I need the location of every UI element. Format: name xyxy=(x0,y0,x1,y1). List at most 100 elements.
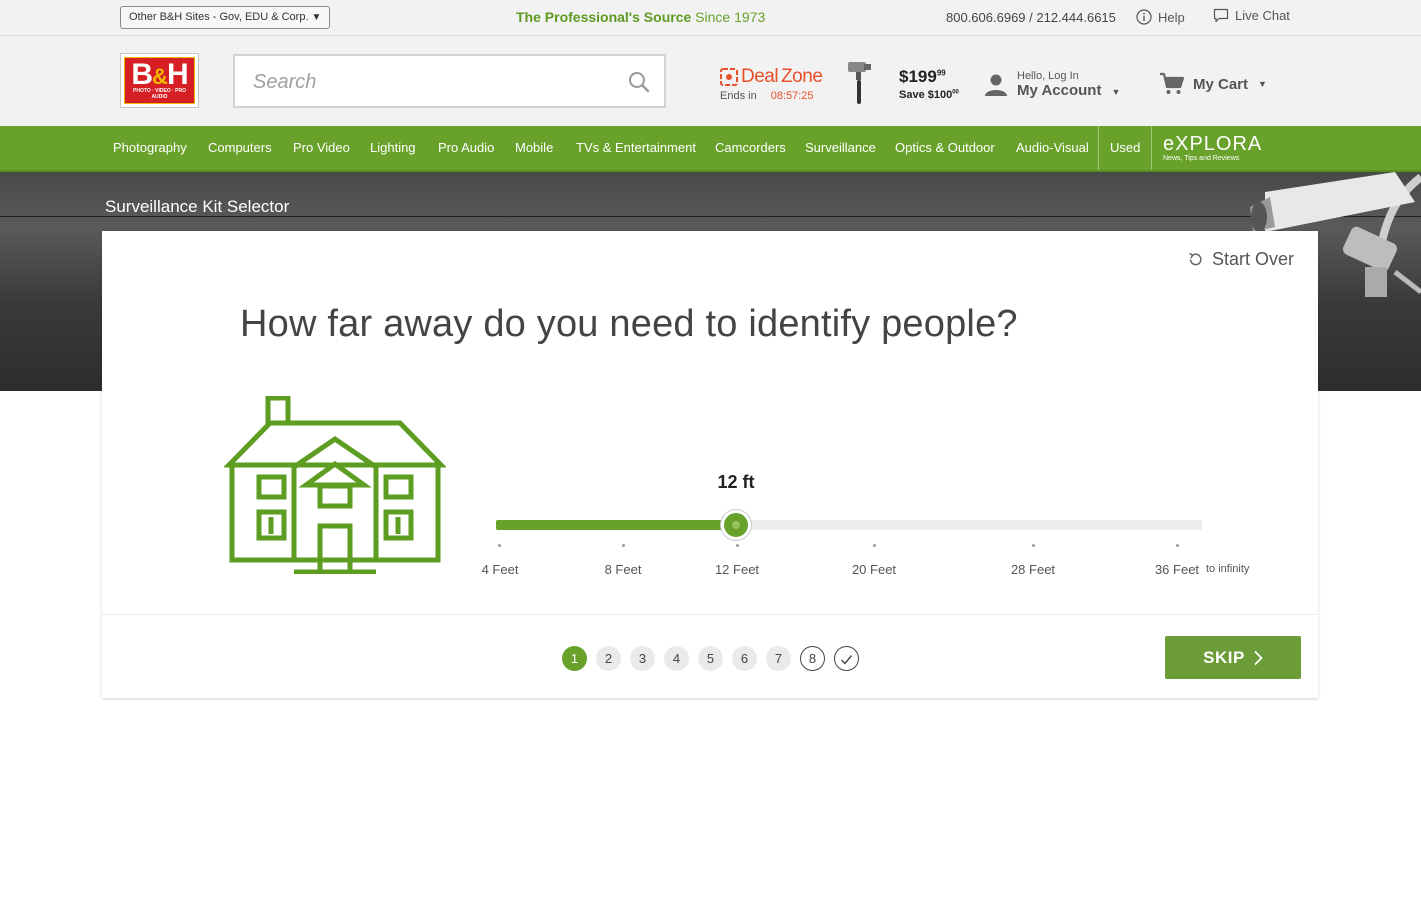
deal-zone[interactable]: Deal Zone Ends in 08:57:25 xyxy=(720,66,823,102)
tick-label-8[interactable]: 8 Feet xyxy=(605,562,642,577)
tagline: The Professional's Source Since 1973 xyxy=(516,9,765,25)
nav-photography[interactable]: Photography xyxy=(113,126,187,170)
deal-price[interactable]: $19999 xyxy=(899,67,946,87)
my-account-text: My Account xyxy=(1017,82,1102,99)
house-icon xyxy=(224,396,446,574)
deal-save-amount: Save $100 xyxy=(899,89,953,101)
tick-label-36[interactable]: 36 Feet xyxy=(1155,562,1199,577)
logo-amp: & xyxy=(152,64,168,89)
nav-divider xyxy=(1098,126,1099,170)
main-nav: Photography Computers Pro Video Lighting… xyxy=(0,126,1421,172)
logo-subtext: PHOTO · VIDEO · PRO AUDIO xyxy=(133,88,186,100)
gimbal-product-image[interactable] xyxy=(846,60,874,106)
nav-pro-video[interactable]: Pro Video xyxy=(293,126,350,170)
account-text: Hello, Log In My Account ▼ xyxy=(1017,70,1120,99)
chat-bubble-icon xyxy=(1213,8,1229,23)
help-link[interactable]: Help xyxy=(1136,9,1185,25)
deal-save-cents: 00 xyxy=(952,89,959,96)
distance-slider[interactable] xyxy=(496,510,1202,540)
start-over-label: Start Over xyxy=(1211,249,1294,269)
tick-label-28[interactable]: 28 Feet xyxy=(1011,562,1055,577)
deal-zone-logo: Deal Zone xyxy=(720,66,823,88)
search-input[interactable] xyxy=(253,68,613,96)
caret-down-icon: ▼ xyxy=(311,12,322,23)
nav-lighting[interactable]: Lighting xyxy=(370,126,416,170)
other-sites-label: Other B&H Sites - Gov, EDU & Corp. xyxy=(129,11,309,23)
zone-label: Zone xyxy=(781,66,823,87)
step-8[interactable]: 8 xyxy=(800,646,825,671)
user-icon xyxy=(985,74,1007,96)
nav-pro-audio[interactable]: Pro Audio xyxy=(438,126,494,170)
ends-in-label: Ends in xyxy=(720,90,757,102)
step-7[interactable]: 7 xyxy=(766,646,791,671)
tagline-rest: Since 1973 xyxy=(691,9,766,25)
tick-label-20[interactable]: 20 Feet xyxy=(852,562,896,577)
step-1[interactable]: 1 xyxy=(562,646,587,671)
tick-dot xyxy=(498,544,501,547)
utility-bar: Other B&H Sites - Gov, EDU & Corp. ▼ The … xyxy=(0,0,1421,36)
live-chat-link[interactable]: Live Chat xyxy=(1213,8,1290,23)
tick-dot xyxy=(1032,544,1035,547)
slider-value-label: 12 ft xyxy=(717,472,755,492)
deal-savings: Save $10000 xyxy=(899,89,959,101)
tagline-bold: The Professional's Source xyxy=(516,9,692,25)
step-finish[interactable] xyxy=(834,646,859,671)
logo-h: H xyxy=(166,58,189,91)
step-4[interactable]: 4 xyxy=(664,646,689,671)
nav-used[interactable]: Used xyxy=(1110,126,1140,170)
start-over-button[interactable]: Start Over xyxy=(1187,249,1294,270)
hero-title: Surveillance Kit Selector xyxy=(105,197,290,216)
step-3[interactable]: 3 xyxy=(630,646,655,671)
help-label: Help xyxy=(1158,9,1185,25)
deal-timer: 08:57:25 xyxy=(770,90,814,102)
tick-label-12[interactable]: 12 Feet xyxy=(715,562,759,577)
info-icon xyxy=(1136,9,1152,25)
slider-thumb[interactable] xyxy=(721,510,751,540)
skip-button[interactable]: SKIP xyxy=(1165,636,1301,679)
nav-camcorders[interactable]: Camcorders xyxy=(715,126,786,170)
phone-numbers: 800.606.6969 / 212.444.6615 xyxy=(946,10,1116,25)
site-header: B&H PHOTO · VIDEO · PRO AUDIO DealZone E… xyxy=(0,36,1421,126)
cart-button[interactable]: My Cart ▼ xyxy=(1159,72,1267,96)
nav-tvs-entertainment[interactable]: TVs & Entertainment xyxy=(576,126,696,170)
nav-optics-outdoor[interactable]: Optics & Outdoor xyxy=(895,126,995,170)
caret-down-icon: ▼ xyxy=(1258,79,1267,89)
skip-label: SKIP xyxy=(1203,647,1245,667)
live-chat-label: Live Chat xyxy=(1235,8,1290,23)
tick-dot xyxy=(873,544,876,547)
caret-down-icon: ▼ xyxy=(1111,87,1121,97)
nav-mobile[interactable]: Mobile xyxy=(515,126,553,170)
card-divider xyxy=(102,614,1318,615)
step-5[interactable]: 5 xyxy=(698,646,723,671)
account-menu[interactable]: Hello, Log In My Account ▼ xyxy=(984,70,1120,99)
bh-logo[interactable]: B&H PHOTO · VIDEO · PRO AUDIO xyxy=(120,53,199,108)
deal-zone-icon xyxy=(720,68,738,86)
tick-label-4[interactable]: 4 Feet xyxy=(482,562,519,577)
deal-price-dollars: $199 xyxy=(899,67,937,86)
tick-dot xyxy=(736,544,739,547)
nav-divider xyxy=(1151,126,1152,170)
chevron-right-icon xyxy=(1254,650,1263,665)
logo-badge: B&H PHOTO · VIDEO · PRO AUDIO xyxy=(124,57,195,104)
account-label: My Account ▼ xyxy=(1017,82,1120,99)
deal-countdown: Ends in 08:57:25 xyxy=(720,90,822,102)
other-sites-dropdown[interactable]: Other B&H Sites - Gov, EDU & Corp. ▼ xyxy=(120,6,331,29)
step-6[interactable]: 6 xyxy=(732,646,757,671)
deal-price-cents: 99 xyxy=(936,68,946,78)
refresh-icon xyxy=(1189,252,1202,266)
search-box xyxy=(233,54,666,108)
nav-audio-visual[interactable]: Audio-Visual xyxy=(1016,126,1089,170)
nav-computers[interactable]: Computers xyxy=(208,126,272,170)
search-icon[interactable] xyxy=(627,70,651,94)
nav-surveillance[interactable]: Surveillance xyxy=(805,126,876,170)
explora-link[interactable]: eXPLORA News, Tips and Reviews xyxy=(1163,134,1262,163)
cart-label: My Cart xyxy=(1193,75,1249,93)
tick-dot xyxy=(622,544,625,547)
kit-selector-card: Start Over How far away do you need to i… xyxy=(102,231,1318,698)
step-2[interactable]: 2 xyxy=(596,646,621,671)
deal-label: Deal xyxy=(741,66,779,87)
checkmark-icon xyxy=(841,655,853,665)
cart-icon xyxy=(1160,72,1185,94)
step-indicator: 1 2 3 4 5 6 7 8 xyxy=(562,646,859,671)
logo-b: B xyxy=(131,58,153,91)
